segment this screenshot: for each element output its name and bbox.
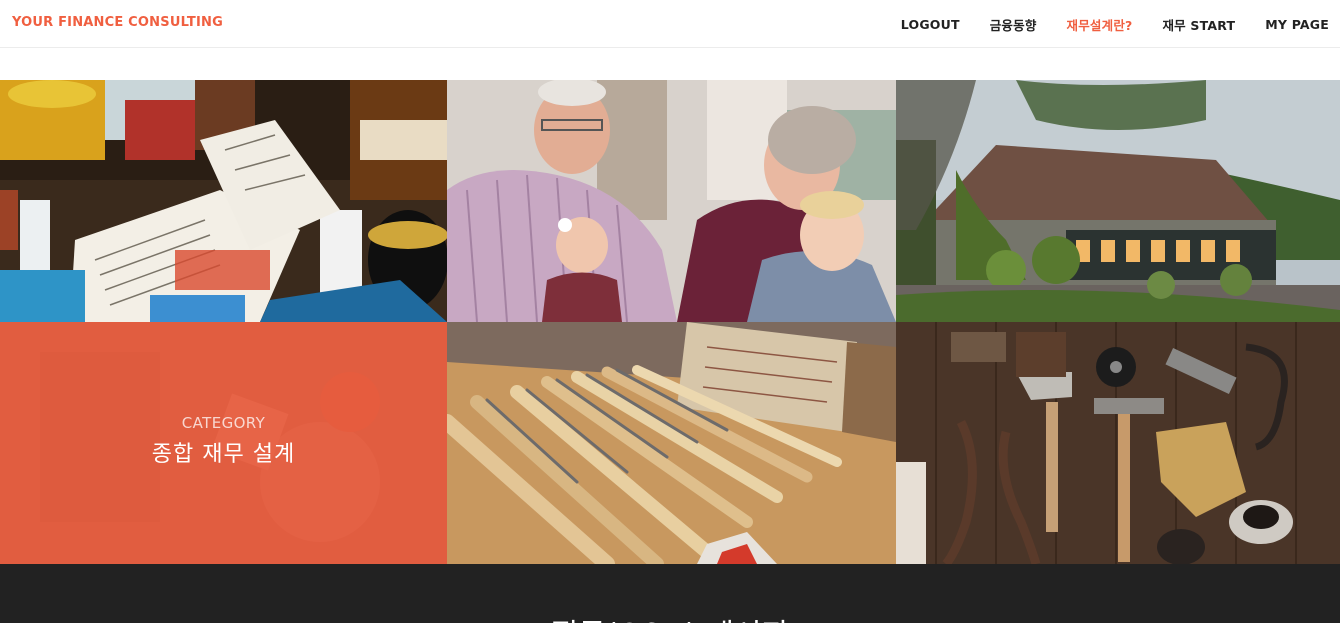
portfolio-tile-tools[interactable] bbox=[896, 322, 1340, 564]
country-house-image bbox=[896, 80, 1340, 322]
brand-link[interactable]: YOUR FINANCE CONSULTING bbox=[12, 15, 223, 30]
portfolio-tile-category[interactable]: CATEGORY 종합 재무 설계 bbox=[0, 322, 447, 564]
receipt-groceries-image bbox=[0, 80, 447, 322]
category-name: 종합 재무 설계 bbox=[151, 442, 296, 467]
nav-menu: LOGOUT 금융동향 재무설계란? 재무 START MY PAGE bbox=[886, 0, 1340, 48]
nav-what-is-financial-planning[interactable]: 재무설계란? bbox=[1052, 15, 1148, 34]
grandparents-children-image bbox=[447, 80, 896, 322]
portfolio-tile-house[interactable] bbox=[896, 80, 1340, 322]
nav-finance-trends[interactable]: 금융동향 bbox=[975, 15, 1052, 34]
qna-section: 질문(Q&A) 게시판 bbox=[0, 564, 1340, 623]
category-overlay: CATEGORY 종합 재무 설계 bbox=[0, 322, 447, 564]
nav-logout[interactable]: LOGOUT bbox=[886, 17, 975, 32]
nav-my-page[interactable]: MY PAGE bbox=[1250, 17, 1340, 32]
portfolio-tile-receipt[interactable] bbox=[0, 80, 447, 322]
nav-finance-start[interactable]: 재무 START bbox=[1147, 15, 1250, 34]
portfolio-tile-rulers[interactable] bbox=[447, 322, 896, 564]
category-label: CATEGORY bbox=[181, 414, 266, 432]
portfolio-grid: CATEGORY 종합 재무 설계 bbox=[0, 80, 1340, 564]
portfolio-tile-family[interactable] bbox=[447, 80, 896, 322]
rulers-box-image bbox=[447, 322, 896, 564]
top-navbar: YOUR FINANCE CONSULTING LOGOUT 금융동향 재무설계… bbox=[0, 0, 1340, 48]
hand-tools-image bbox=[896, 322, 1340, 564]
qna-heading: 질문(Q&A) 게시판 bbox=[0, 610, 1340, 623]
